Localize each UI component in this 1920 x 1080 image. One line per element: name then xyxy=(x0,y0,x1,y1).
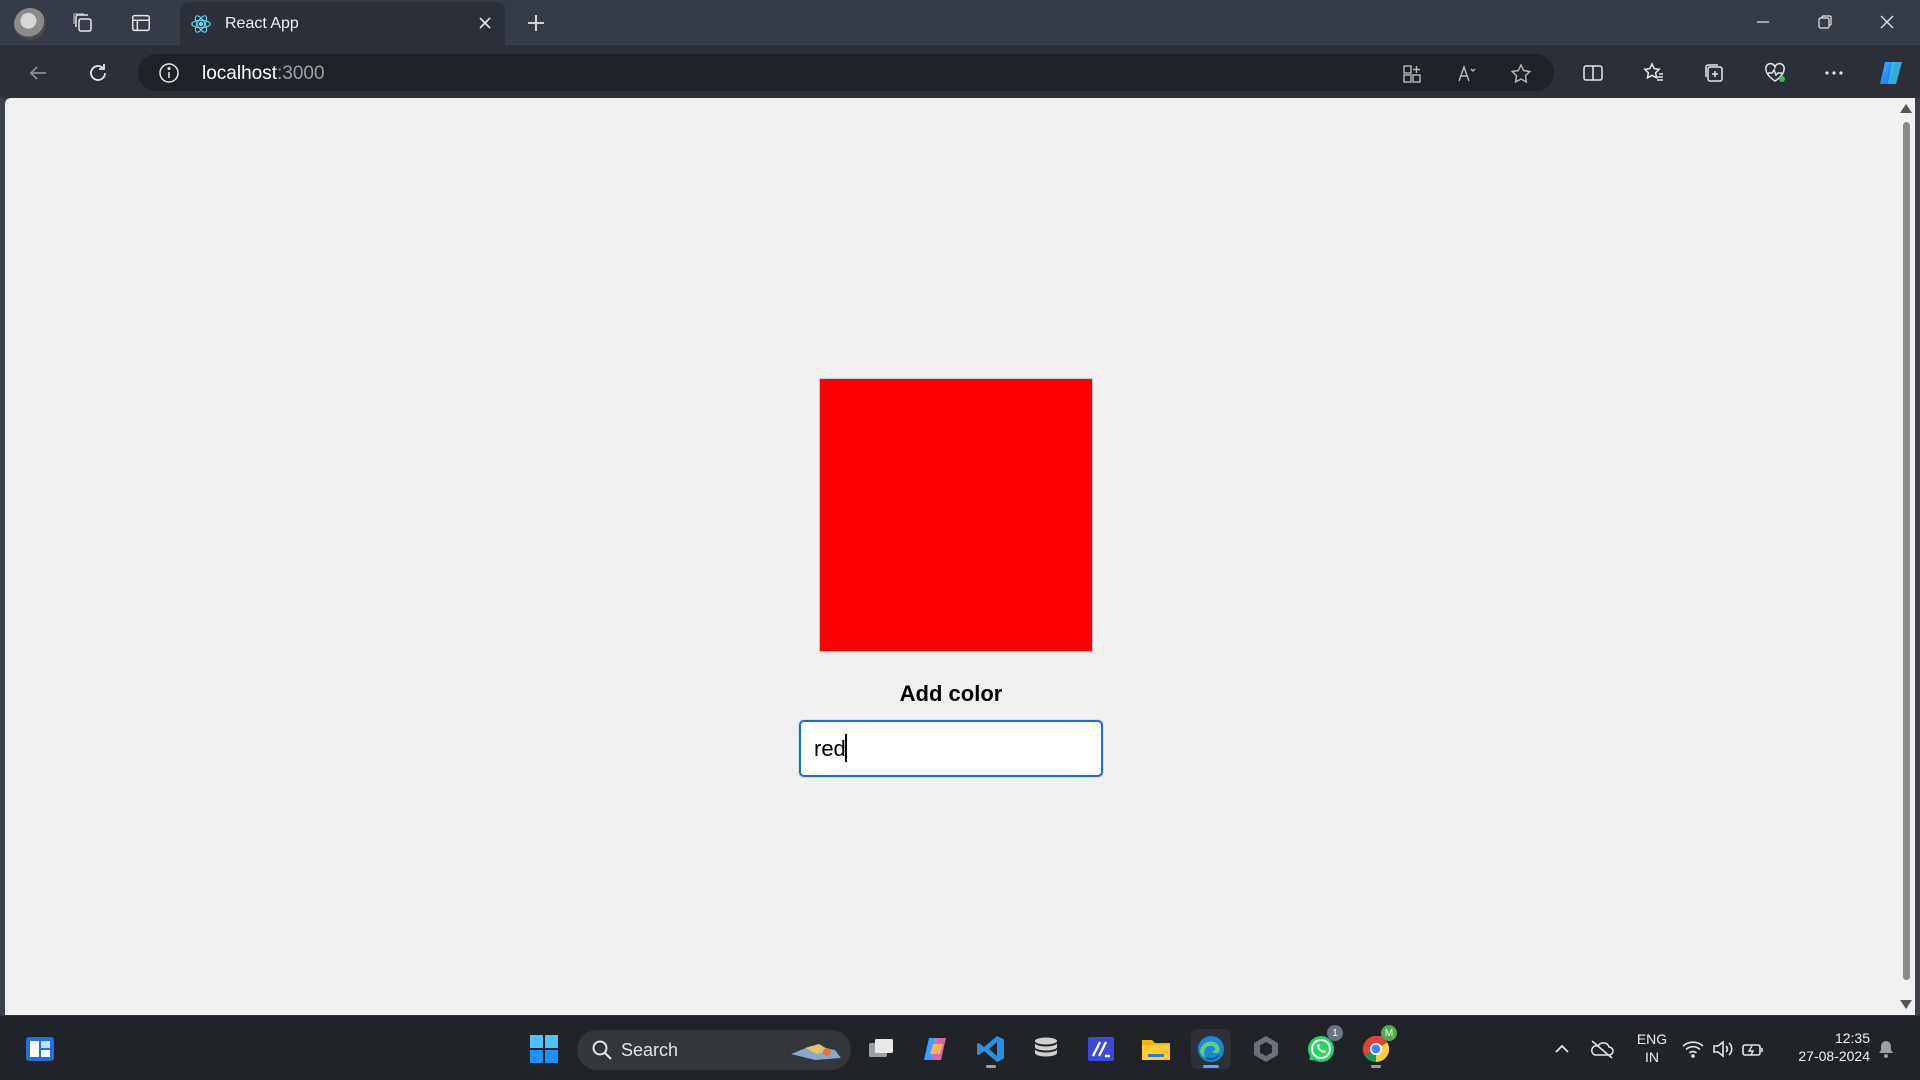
add-color-label: Add color xyxy=(899,681,1003,706)
taskbar-search[interactable]: Search xyxy=(577,1030,851,1070)
profile-avatar[interactable] xyxy=(14,8,46,40)
search-icon xyxy=(592,1040,612,1060)
notification-bell-icon[interactable] xyxy=(1866,1029,1906,1069)
search-highlight-icon xyxy=(791,1044,841,1060)
url-text[interactable]: localhost:3000 xyxy=(202,63,325,85)
tab-title: React App xyxy=(225,14,299,32)
favorites-icon[interactable] xyxy=(1638,57,1670,89)
windows-taskbar: Search 1 M ENG IN 12:35 27-08-2024 xyxy=(0,1015,1920,1080)
more-options-icon[interactable] xyxy=(1818,57,1850,89)
collections-icon[interactable] xyxy=(1698,57,1730,89)
language-line1: ENG xyxy=(1636,1031,1668,1047)
quick-settings[interactable] xyxy=(1678,1029,1768,1069)
clock-time: 12:35 xyxy=(1834,1030,1870,1046)
copilot-icon[interactable] xyxy=(1875,57,1907,89)
chevron-up-icon[interactable] xyxy=(1542,1029,1582,1069)
wifi-icon xyxy=(1682,1041,1704,1058)
copilot-taskbar-icon[interactable] xyxy=(916,1029,956,1069)
url-host: localhost xyxy=(202,63,277,84)
page-viewport: Add color xyxy=(5,98,1897,1015)
tab-actions-icon[interactable] xyxy=(126,8,156,38)
edge-icon[interactable] xyxy=(1191,1029,1231,1069)
whatsapp-badge: 1 xyxy=(1327,1025,1343,1041)
language-indicator[interactable]: ENG IN xyxy=(1628,1030,1676,1066)
site-info-icon[interactable] xyxy=(158,62,180,84)
whatsapp-icon[interactable]: 1 xyxy=(1301,1025,1343,1069)
react-icon xyxy=(191,14,211,33)
database-icon[interactable] xyxy=(1026,1029,1066,1069)
search-label: Search xyxy=(621,1040,679,1060)
color-preview-box xyxy=(819,378,1093,652)
close-tab-icon[interactable] xyxy=(475,13,495,33)
back-arrow-icon[interactable] xyxy=(21,56,55,90)
vscode-running-indicator xyxy=(986,1065,996,1068)
chrome-icon[interactable]: M xyxy=(1356,1025,1397,1069)
chrome-profile-badge: M xyxy=(1381,1025,1397,1041)
battery-charging-icon xyxy=(1742,1044,1763,1056)
browser-titlebar: React App xyxy=(0,0,1920,45)
address-bar[interactable]: localhost:3000 xyxy=(138,54,1554,91)
app-available-icon[interactable] xyxy=(1399,61,1425,87)
workspaces-icon[interactable] xyxy=(68,8,98,38)
url-port: :3000 xyxy=(277,63,325,84)
page-scrollbar[interactable] xyxy=(1897,98,1915,1015)
screen: React App localhost:3000 Add color red S… xyxy=(0,0,1920,1080)
vscode-icon[interactable] xyxy=(971,1029,1011,1069)
file-explorer-icon[interactable] xyxy=(1136,1029,1176,1069)
language-line2: IN xyxy=(1645,1049,1659,1065)
refresh-icon[interactable] xyxy=(81,56,115,90)
browser-toolbar: localhost:3000 xyxy=(0,45,1920,98)
split-screen-icon[interactable] xyxy=(1577,57,1609,89)
favorite-star-icon[interactable] xyxy=(1508,61,1534,87)
vector-app-icon[interactable] xyxy=(1081,1029,1121,1069)
task-view-icon[interactable] xyxy=(861,1029,901,1069)
tab-react-app[interactable]: React App xyxy=(180,2,505,45)
text-caret xyxy=(845,734,847,762)
clock-date: 27-08-2024 xyxy=(1798,1048,1870,1064)
volume-icon xyxy=(1713,1040,1733,1058)
restore-icon[interactable] xyxy=(1800,7,1850,37)
scroll-down-arrow-icon[interactable] xyxy=(1900,1000,1912,1009)
widgets-icon[interactable] xyxy=(20,1029,60,1069)
close-window-icon[interactable] xyxy=(1862,7,1912,37)
minimize-icon[interactable] xyxy=(1738,7,1788,37)
onedrive-offline-icon[interactable] xyxy=(1582,1029,1622,1069)
unity-icon[interactable] xyxy=(1246,1029,1286,1069)
start-windows-icon[interactable] xyxy=(524,1029,564,1069)
edge-active-indicator xyxy=(1203,1065,1219,1068)
new-tab-icon[interactable] xyxy=(521,8,551,38)
scroll-thumb[interactable] xyxy=(1903,122,1910,980)
chrome-running-indicator xyxy=(1371,1065,1381,1068)
browser-essentials-icon[interactable] xyxy=(1759,57,1791,89)
scroll-up-arrow-icon[interactable] xyxy=(1900,104,1912,113)
read-aloud-icon[interactable] xyxy=(1454,61,1480,87)
clock[interactable]: 12:35 27-08-2024 xyxy=(1780,1029,1870,1065)
